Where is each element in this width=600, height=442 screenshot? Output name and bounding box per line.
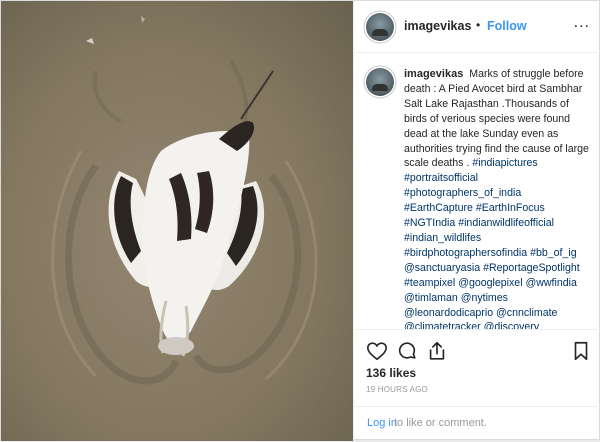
hashtag-link[interactable]: #ReportageSpotlight	[483, 262, 580, 274]
hashtag-link[interactable]: #indianwildlifeofficial	[458, 217, 554, 229]
bookmark-icon[interactable]	[571, 340, 591, 367]
hashtag-link[interactable]: #birdphotographersofindia	[404, 247, 527, 259]
mention-link[interactable]: @nytimes	[461, 292, 508, 304]
caption-tags: #indiapictures #portraitsofficial #photo…	[404, 157, 583, 329]
login-prompt: Log in to like or comment.	[354, 406, 600, 442]
hashtag-link[interactable]: #indian_wildlifes	[404, 232, 481, 244]
post-timestamp[interactable]: 19 HOURS AGO	[366, 385, 428, 394]
caption-area: imagevikas Marks of struggle before deat…	[354, 53, 600, 329]
hashtag-link[interactable]: #indiapictures	[472, 157, 537, 169]
hashtag-link[interactable]: #photographers_of_india	[404, 187, 521, 199]
hashtag-link[interactable]: #bb_of_ig	[530, 247, 577, 259]
avatar[interactable]	[366, 13, 394, 41]
caption-body: Marks of struggle before death : A Pied …	[404, 68, 589, 170]
hashtag-link[interactable]: #portraitsofficial	[404, 172, 478, 184]
hashtag-link[interactable]: #NGTIndia	[404, 217, 455, 229]
post-sidebar: imagevikas • Follow ... imagevikas Marks…	[353, 1, 600, 441]
follow-button[interactable]: Follow	[487, 19, 527, 33]
hashtag-link[interactable]: #teampixel	[404, 277, 455, 289]
post-actions: 136 likes 19 HOURS AGO Log in to like or…	[354, 329, 600, 441]
comment-icon[interactable]	[396, 340, 418, 367]
hashtag-link[interactable]: #EarthCapture	[404, 202, 473, 214]
mention-link[interactable]: @climatetracker	[404, 321, 481, 329]
login-prompt-text: to like or comment.	[394, 417, 487, 429]
mention-link[interactable]: @sanctuaryasia	[404, 262, 480, 274]
avatar[interactable]	[366, 68, 394, 96]
share-icon[interactable]	[426, 340, 448, 367]
mention-link[interactable]: @leonardodicaprio	[404, 307, 493, 319]
mention-link[interactable]: @wwfindia	[526, 277, 577, 289]
mention-link[interactable]: @timlaman	[404, 292, 458, 304]
post-header: imagevikas • Follow ...	[354, 1, 600, 53]
mention-link[interactable]: @discovery	[484, 321, 540, 329]
post-photo[interactable]	[1, 1, 353, 441]
heart-icon[interactable]	[366, 340, 388, 367]
dead-avocet-photo	[1, 1, 353, 441]
mention-link[interactable]: @cnnclimate	[496, 307, 557, 319]
more-options-icon[interactable]: ...	[574, 14, 590, 32]
mention-link[interactable]: @googlepixel	[458, 277, 522, 289]
instagram-post: imagevikas • Follow ... imagevikas Marks…	[0, 0, 600, 441]
caption-text: imagevikas Marks of struggle before deat…	[404, 67, 592, 329]
hashtag-link[interactable]: #EarthInFocus	[476, 202, 545, 214]
separator-dot: •	[476, 18, 481, 32]
likes-count[interactable]: 136 likes	[366, 366, 416, 380]
username[interactable]: imagevikas	[404, 19, 471, 33]
login-link[interactable]: Log in	[367, 417, 397, 429]
caption-username[interactable]: imagevikas	[404, 68, 463, 80]
